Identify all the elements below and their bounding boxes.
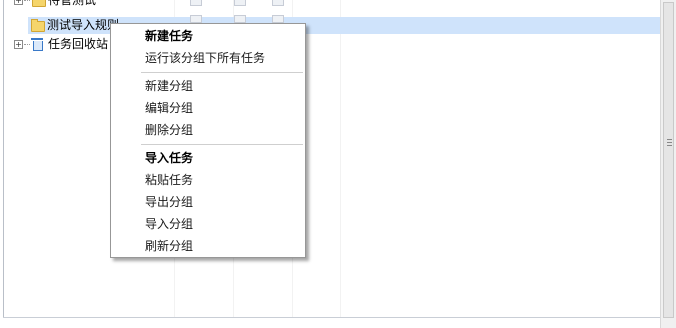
task-tree-panel: + 待管测试 测试导入规则 + 任务回收站: [0, 0, 660, 328]
cell-indicator-icon: [272, 15, 284, 23]
cell-indicator-icon: [234, 0, 246, 6]
tree-row-label: 待管测试: [48, 0, 97, 7]
trash-icon: [31, 38, 43, 51]
folder-icon: [31, 19, 45, 32]
menu-item-refresh-group[interactable]: 刷新分组: [145, 235, 193, 257]
scrollbar-thumb[interactable]: [663, 2, 674, 318]
menu-item-paste-task[interactable]: 粘贴任务: [145, 169, 193, 191]
vertical-scrollbar[interactable]: [660, 0, 676, 328]
cell-indicator-icon: [190, 0, 202, 6]
menu-item-edit-group[interactable]: 编辑分组: [145, 97, 193, 119]
menu-item-export-group[interactable]: 导出分组: [145, 191, 193, 213]
tree-row-label: 任务回收站: [48, 37, 109, 51]
cell-indicator-icon: [272, 0, 284, 6]
cell-indicator-icon: [234, 15, 246, 23]
tree-row-pending-tests[interactable]: + 待管测试: [4, 0, 404, 9]
expand-icon[interactable]: +: [14, 40, 23, 49]
menu-separator: [141, 144, 303, 145]
menu-separator: [141, 72, 303, 73]
tree-connector: [24, 44, 30, 45]
cell-indicator-icon: [190, 15, 202, 23]
menu-item-new-group[interactable]: 新建分组: [145, 75, 193, 97]
scrollbar-grip-icon: [667, 139, 672, 149]
folder-icon: [32, 0, 46, 7]
tree-bottom-border: [3, 317, 660, 318]
context-menu: 新建任务 运行该分组下所有任务 新建分组 编辑分组 删除分组 导入任务 粘贴任务…: [110, 23, 306, 258]
menu-item-delete-group[interactable]: 删除分组: [145, 119, 193, 141]
tree-row-label: 测试导入规则: [47, 18, 120, 32]
menu-item-new-task[interactable]: 新建任务: [145, 25, 193, 47]
menu-item-import-group[interactable]: 导入分组: [145, 213, 193, 235]
expand-icon[interactable]: +: [14, 0, 23, 5]
tree-connector: [24, 0, 30, 1]
menu-item-import-task[interactable]: 导入任务: [145, 147, 193, 169]
menu-item-run-all-tasks-in-group[interactable]: 运行该分组下所有任务: [145, 47, 265, 69]
